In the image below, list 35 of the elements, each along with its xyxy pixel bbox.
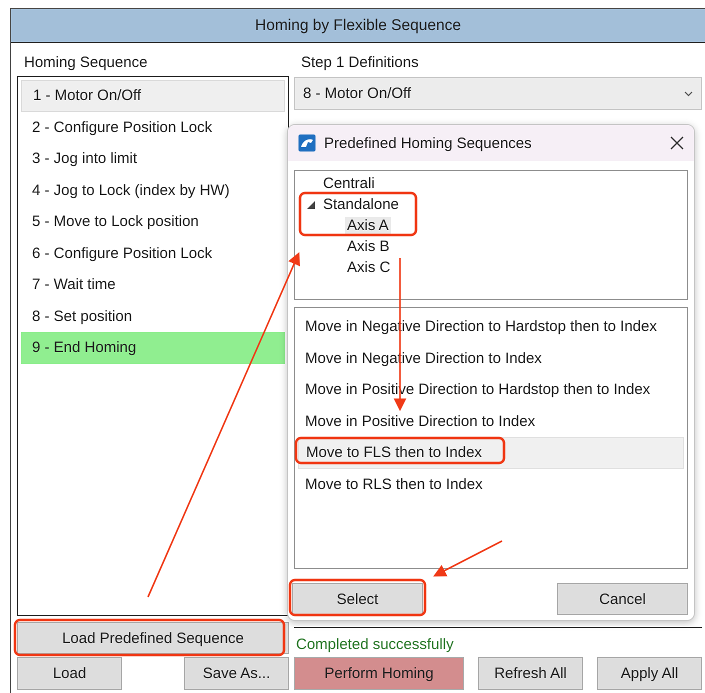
sequence-step[interactable]: 9 - End Homing xyxy=(21,332,285,364)
cancel-button[interactable]: Cancel xyxy=(557,583,688,615)
sequence-step[interactable]: 7 - Wait time xyxy=(21,269,285,300)
step-type-dropdown[interactable]: 8 - Motor On/Off xyxy=(294,77,702,110)
annotation-arrow xyxy=(433,540,502,576)
dialog-button[interactable]: Load xyxy=(17,657,122,690)
sequence-step[interactable]: 8 - Set position xyxy=(21,300,285,332)
select-button[interactable]: Select xyxy=(292,583,423,615)
section-heading: Step 1 Definitions xyxy=(300,53,420,73)
chevron-down-icon xyxy=(684,90,693,96)
load-predefined-button[interactable]: Load Predefined Sequence xyxy=(17,622,289,654)
sequence-step[interactable]: 5 - Move to Lock position xyxy=(21,206,285,238)
action-button[interactable]: Perform Homing xyxy=(294,657,464,690)
window-title: Homing by Flexible Sequence xyxy=(11,9,705,43)
sequence-step[interactable]: 4 - Jog to Lock (index by HW) xyxy=(21,174,285,206)
tree-item[interactable]: Standalone xyxy=(321,196,401,213)
sequence-step[interactable]: 6 - Configure Position Lock xyxy=(21,238,285,269)
list-item[interactable]: Move to RLS then to Index xyxy=(298,468,684,500)
dialog-button[interactable]: Save As... xyxy=(184,657,289,690)
list-item[interactable]: Move in Positive Direction to Index xyxy=(298,406,684,437)
action-button[interactable]: Apply All xyxy=(597,657,702,690)
tree-item[interactable]: Centrali xyxy=(321,175,377,192)
sequence-step[interactable]: 1 - Motor On/Off xyxy=(21,80,285,112)
app-logo-icon xyxy=(298,134,316,152)
action-button[interactable]: Refresh All xyxy=(478,657,583,690)
tree-item[interactable]: Axis A xyxy=(345,217,391,234)
tree-item[interactable]: Axis C xyxy=(345,259,392,276)
dialog-title: Predefined Homing Sequences xyxy=(324,134,533,152)
status-message: Completed successfully xyxy=(295,635,455,655)
sequence-step[interactable]: 2 - Configure Position Lock xyxy=(21,112,285,143)
sequence-step[interactable]: 3 - Jog into limit xyxy=(21,143,285,174)
tree-item[interactable]: Axis B xyxy=(345,238,392,255)
expanded-triangle-icon[interactable] xyxy=(307,200,315,208)
close-icon[interactable] xyxy=(670,136,684,150)
section-heading: Homing Sequence xyxy=(23,53,148,73)
